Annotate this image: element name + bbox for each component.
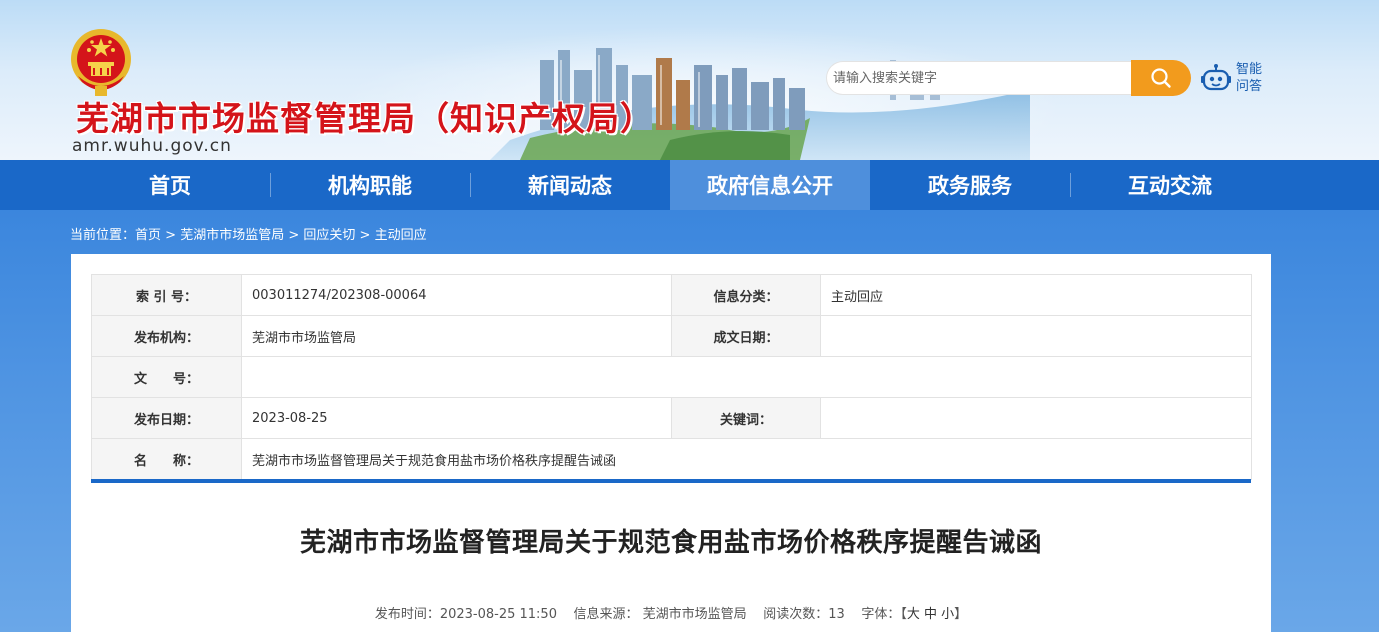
national-emblem-icon [71, 29, 131, 96]
site-domain: amr.wuhu.gov.cn [72, 136, 232, 156]
magnifier-icon [1151, 68, 1171, 88]
nav-item-gov-info[interactable]: 政府信息公开 [670, 160, 870, 210]
bracket-close: 】 [954, 607, 968, 622]
breadcrumb-separator: > [284, 228, 304, 243]
source-label: 信息来源： [573, 607, 639, 622]
name-label: 名 称： [91, 438, 242, 480]
breadcrumb-active-response[interactable]: 主动回应 [375, 228, 427, 243]
search-input[interactable] [826, 61, 1132, 95]
written-date-label: 成文日期： [671, 315, 821, 357]
nav-item-home[interactable]: 首页 [70, 160, 270, 210]
breadcrumb-prefix: 当前位置： [70, 228, 136, 243]
document-metadata-table: 索 引 号： 003011274/202308-00064 信息分类： 主动回应… [91, 274, 1252, 480]
smart-qa-link[interactable]: 智能问答 [1236, 61, 1266, 95]
metadata-divider [91, 479, 1251, 483]
breadcrumb-separator: > [161, 228, 181, 243]
name-value: 芜湖市市场监督管理局关于规范食用盐市场价格秩序提醒告诫函 [241, 438, 1252, 480]
search-button[interactable] [1131, 60, 1191, 96]
keywords-value [820, 397, 1252, 439]
table-row: 文 号： [91, 356, 1252, 398]
breadcrumb-home[interactable]: 首页 [135, 228, 161, 243]
font-size-label: 字体： [861, 607, 901, 622]
nav-item-functions[interactable]: 机构职能 [270, 160, 470, 210]
index-no-label: 索 引 号： [91, 274, 242, 316]
doc-no-label: 文 号： [91, 356, 242, 398]
written-date-value [820, 315, 1252, 357]
views-count: 13 [828, 607, 845, 622]
index-no-value: 003011274/202308-00064 [241, 274, 672, 316]
category-value: 主动回应 [820, 274, 1252, 316]
publisher-label: 发布机构： [91, 315, 242, 357]
table-row: 发布日期： 2023-08-25 关键词： [91, 397, 1252, 439]
breadcrumb-separator: > [355, 228, 375, 243]
site-header: 芜湖市市场监督管理局（知识产权局） amr.wuhu.gov.cn 智能问答 [0, 0, 1379, 160]
publish-time: 2023-08-25 11:50 [439, 607, 557, 622]
site-title[interactable]: 芜湖市市场监督管理局（知识产权局） [76, 92, 654, 140]
robot-icon[interactable] [1200, 63, 1232, 95]
breadcrumb-concerns[interactable]: 回应关切 [303, 228, 355, 243]
table-row: 索 引 号： 003011274/202308-00064 信息分类： 主动回应 [91, 274, 1252, 316]
article-info-bar: 发布时间：2023-08-25 11:50 信息来源： 芜湖市市场监管局 阅读次… [71, 603, 1271, 622]
nav-item-services[interactable]: 政务服务 [870, 160, 1070, 210]
publish-date-value: 2023-08-25 [241, 397, 672, 439]
breadcrumb: 当前位置：首页 > 芜湖市市场监管局 > 回应关切 > 主动回应 [70, 224, 427, 243]
article-title: 芜湖市市场监督管理局关于规范食用盐市场价格秩序提醒告诫函 [299, 528, 1042, 558]
publish-time-label: 发布时间： [374, 607, 440, 622]
font-size-medium-button[interactable]: 中 [924, 607, 937, 622]
publisher-value: 芜湖市市场监管局 [241, 315, 672, 357]
breadcrumb-bureau[interactable]: 芜湖市市场监管局 [180, 228, 284, 243]
nav-item-news[interactable]: 新闻动态 [470, 160, 670, 210]
source: 芜湖市市场监管局 [642, 607, 747, 622]
table-row: 发布机构： 芜湖市市场监管局 成文日期： [91, 315, 1252, 357]
category-label: 信息分类： [671, 274, 821, 316]
doc-no-value [241, 356, 1252, 398]
publish-date-label: 发布日期： [91, 397, 242, 439]
main-nav: 首页 机构职能 新闻动态 政府信息公开 政务服务 互动交流 [0, 160, 1379, 210]
table-row: 名 称： 芜湖市市场监督管理局关于规范食用盐市场价格秩序提醒告诫函 [91, 438, 1252, 480]
font-size-small-button[interactable]: 小 [941, 607, 954, 622]
nav-item-interaction[interactable]: 互动交流 [1070, 160, 1270, 210]
keywords-label: 关键词： [671, 397, 821, 439]
views-label: 阅读次数： [763, 607, 829, 622]
font-size-large-button[interactable]: 大 [907, 607, 920, 622]
